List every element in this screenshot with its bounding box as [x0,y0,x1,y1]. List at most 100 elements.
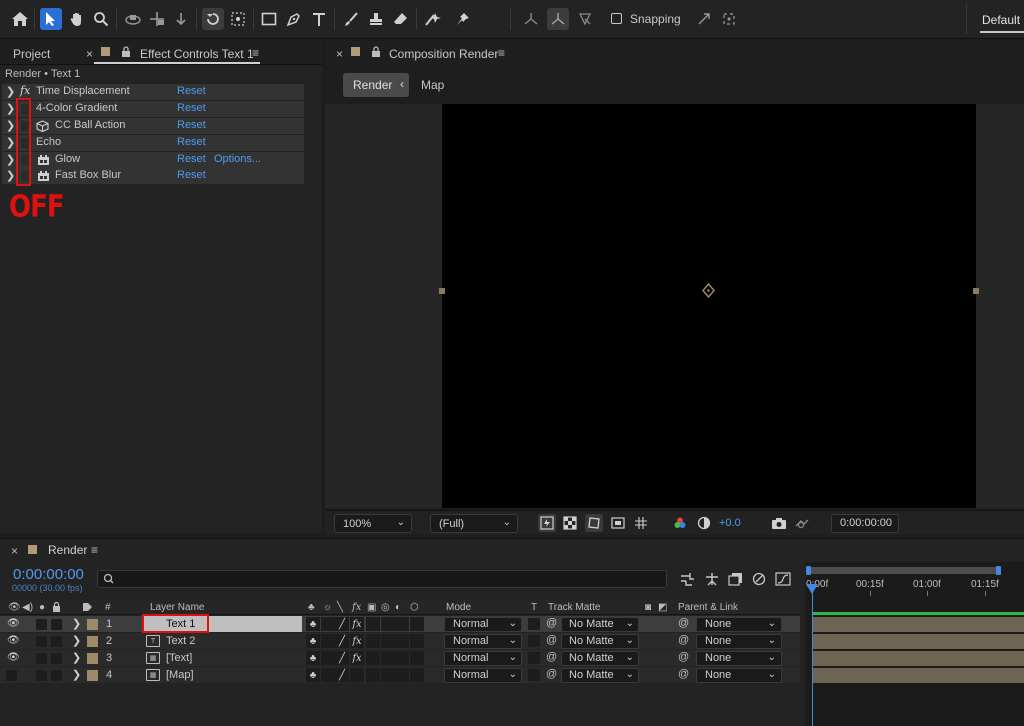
chevron-right-icon[interactable]: ❯ [6,102,15,115]
layer-bounding-handle[interactable] [439,288,445,294]
parent-pickwhip-icon[interactable]: @ [678,617,689,629]
close-tab-icon[interactable]: × [336,47,343,61]
motion-blur-switch[interactable] [381,634,395,648]
reset-link[interactable]: Reset [177,102,206,114]
collapse-switch[interactable] [321,617,335,631]
reset-exposure-icon[interactable] [695,514,713,532]
motion-blur-switch[interactable] [381,617,395,631]
layer-label-color[interactable] [87,670,98,681]
matte-pickwhip-icon[interactable]: @ [546,668,557,680]
eraser-tool-icon[interactable] [390,8,412,30]
composition-canvas[interactable] [442,104,976,508]
home-icon[interactable] [9,8,31,30]
transparency-grid-icon[interactable] [561,514,579,532]
layer-name-column-header[interactable]: Layer Name [150,602,204,613]
mask-visibility-icon[interactable] [585,514,603,532]
work-area-bar[interactable] [808,567,1001,574]
options-link[interactable]: Options... [214,153,261,165]
chevron-right-icon[interactable]: ❯ [6,119,15,132]
preserve-transparency-checkbox[interactable] [528,669,540,681]
collapse-switch[interactable] [321,668,335,682]
fx-switch[interactable] [350,668,364,682]
parent-dropdown[interactable]: None ⌄ [696,634,782,649]
orbit-camera-icon[interactable] [122,8,144,30]
layer-duration-bar[interactable] [813,634,1024,649]
preserve-transparency-checkbox[interactable] [528,652,540,664]
chevron-right-icon[interactable]: ❯ [6,136,15,149]
chevron-right-icon[interactable]: ❯ [72,634,81,647]
blend-mode-dropdown[interactable]: Normal ⌄ [444,651,522,666]
fx-switch-icon[interactable]: fx [350,617,364,631]
dolly-camera-icon[interactable] [170,8,192,30]
shy-switch-icon[interactable]: ♣ [306,668,320,682]
tab-project[interactable]: Project [13,47,50,61]
effect-row[interactable]: ❯ CC Ball Action Reset [2,118,304,134]
panel-menu-icon[interactable]: ≡ [498,46,505,60]
puppet-pin-tool-icon[interactable] [452,8,474,30]
fx-switch-icon[interactable]: fx [350,634,364,648]
workspace-tab-default[interactable]: Default [982,13,1020,27]
3d-layer-switch[interactable] [410,617,424,631]
solo-toggle[interactable] [36,653,47,664]
layer-duration-bar[interactable] [813,651,1024,666]
3d-layer-switch[interactable] [410,651,424,665]
zoom-tool-icon[interactable] [90,8,112,30]
playhead-handle[interactable] [806,584,818,594]
parent-dropdown[interactable]: None ⌄ [696,651,782,666]
world-axis-mode-icon[interactable] [547,8,569,30]
view-axis-mode-icon[interactable] [574,8,596,30]
exposure-value[interactable]: +0.0 [719,517,741,529]
blend-mode-dropdown[interactable]: Normal ⌄ [444,668,522,683]
fx-icon[interactable]: fx [20,84,30,97]
chevron-right-icon[interactable]: ❯ [72,668,81,681]
adjustment-switch[interactable] [395,617,409,631]
color-channels-icon[interactable] [671,514,689,532]
reset-link[interactable]: Reset [177,153,206,165]
hand-tool-icon[interactable] [66,8,88,30]
effect-row[interactable]: ❯ fx Time Displacement Reset [2,84,304,100]
timeline-current-time[interactable]: 0:00:00:00 [13,566,84,583]
close-tab-icon[interactable]: × [11,544,18,558]
layer-name[interactable]: [Map] [166,669,194,681]
frame-blend-switch[interactable] [366,617,380,631]
preserve-transparency-checkbox[interactable] [528,635,540,647]
parent-pickwhip-icon[interactable]: @ [678,634,689,646]
layer-label-color[interactable] [87,619,98,630]
quality-switch-icon[interactable]: ╱ [335,634,349,648]
chevron-right-icon[interactable]: ❯ [6,169,15,182]
solo-toggle[interactable] [36,670,47,681]
show-snapshot-icon[interactable] [793,514,811,532]
layer-label-color[interactable] [87,653,98,664]
snapshot-camera-icon[interactable] [770,514,788,532]
draft-3d-icon[interactable] [704,572,720,586]
lock-toggle[interactable] [51,636,62,647]
comp-mini-flowchart-icon[interactable] [680,572,696,586]
frame-blend-switch[interactable] [366,651,380,665]
shy-switch-icon[interactable]: ♣ [306,617,320,631]
panel-menu-icon[interactable]: ≡ [91,543,98,557]
roto-brush-tool-icon[interactable] [422,8,444,30]
playhead-line[interactable] [812,592,813,726]
frame-blend-switch[interactable] [366,634,380,648]
lock-toggle[interactable] [51,653,62,664]
effect-row[interactable]: ❯ Fast Box Blur Reset [2,168,304,184]
parent-pickwhip-icon[interactable]: @ [678,668,689,680]
reset-link[interactable]: Reset [177,136,206,148]
shy-switch-icon[interactable]: ♣ [306,651,320,665]
reset-link[interactable]: Reset [177,85,206,97]
track-matte-dropdown[interactable]: No Matte ⌄ [561,617,639,632]
layer-row[interactable]: 👁 ❯ 3 ▦ [Text] ♣ ╱ fx Normal ⌄ @ No Matt… [0,650,800,666]
shy-switch-icon[interactable]: ♣ [306,634,320,648]
layer-duration-bar[interactable] [813,668,1024,683]
video-toggle[interactable] [6,670,17,681]
layer-row[interactable]: 👁 ❯ 2 T Text 2 ♣ ╱ fx Normal ⌄ @ No Matt… [0,633,800,649]
chevron-right-icon[interactable]: ❯ [72,617,81,630]
matte-pickwhip-icon[interactable]: @ [546,634,557,646]
close-tab-icon[interactable]: × [86,47,93,61]
solo-toggle[interactable] [36,636,47,647]
motion-blur-switch[interactable] [381,668,395,682]
matte-pickwhip-icon[interactable]: @ [546,617,557,629]
lock-toggle[interactable] [51,670,62,681]
layer-row[interactable]: 👁 ❯ 1 T Text 1 ♣ ╱ fx Normal ⌄ @ No Matt… [0,616,800,632]
snap-edges-icon[interactable] [693,8,715,30]
